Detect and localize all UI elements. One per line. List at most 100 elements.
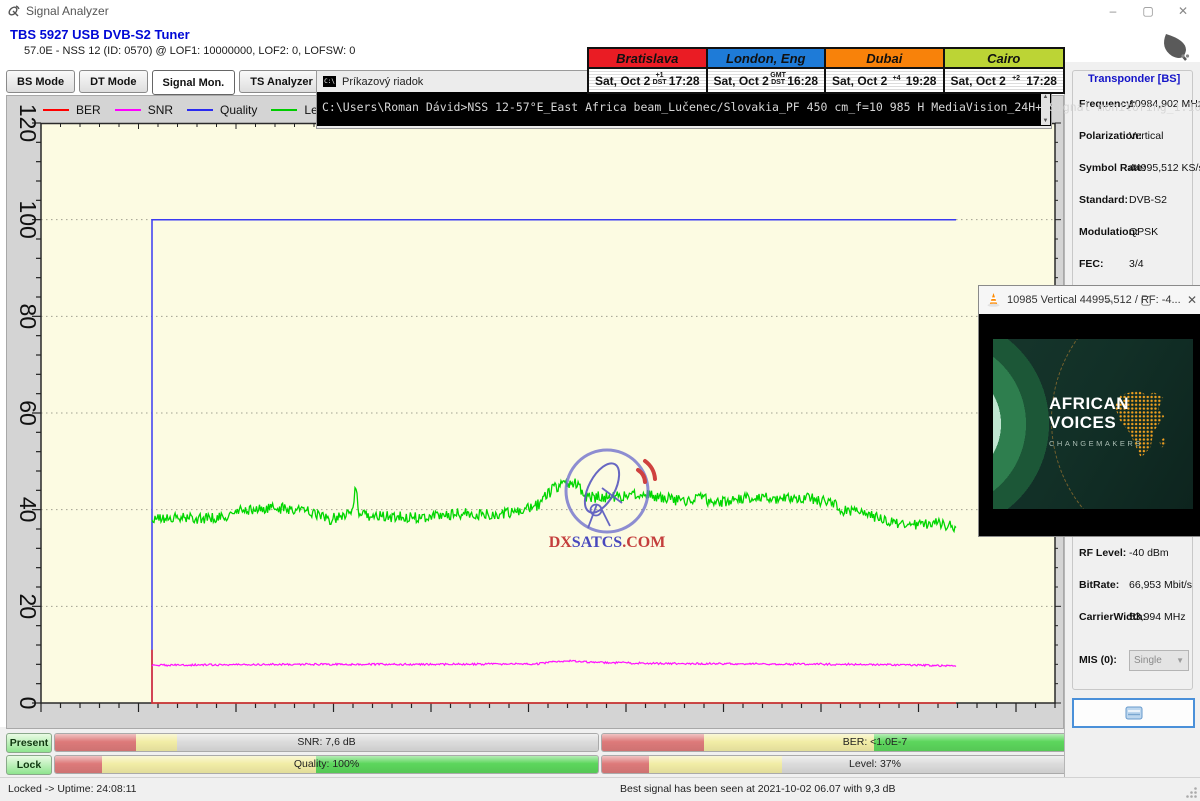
cmd-console[interactable]: C:\Users\Roman Dávid>NSS 12-57°E_East Af… bbox=[317, 92, 1051, 126]
tuning-info: 57.0E - NSS 12 (ID: 0570) @ LOF1: 100000… bbox=[24, 45, 355, 57]
minimize-button[interactable]: – bbox=[1096, 0, 1130, 22]
present-button[interactable]: Present bbox=[6, 733, 52, 753]
clock-datetime: Sat, Oct 2 GMTDST 16:28 bbox=[708, 69, 825, 92]
clock-datetime: Sat, Oct 2 +2 17:28 bbox=[945, 69, 1064, 92]
clock-city: Cairo bbox=[945, 49, 1064, 69]
progress-bar-quality: Quality: 100% bbox=[54, 755, 599, 774]
dxsatcs-watermark: DXSATCS.COM bbox=[548, 446, 666, 556]
legend-swatch bbox=[187, 109, 213, 111]
record-ts-icon bbox=[1125, 706, 1143, 720]
progress-bar-snr: SNR: 7,6 dB bbox=[54, 733, 599, 752]
transponder-group-title: Transponder [BS] bbox=[1085, 73, 1183, 85]
vlc-cone-icon bbox=[986, 292, 1001, 308]
clock-london-eng: London, Eng Sat, Oct 2 GMTDST 16:28 bbox=[708, 49, 827, 92]
legend-swatch bbox=[43, 109, 69, 111]
watermark-text: DXSATCS.COM bbox=[549, 534, 666, 551]
lock-button[interactable]: Lock bbox=[6, 755, 52, 775]
cmd-window-title: Príkazový riadok bbox=[342, 76, 423, 88]
field-label: Standard: bbox=[1079, 194, 1128, 206]
cmd-scrollbar[interactable]: ▲ ▼ bbox=[1041, 93, 1050, 125]
field-value: 53,994 MHz bbox=[1129, 611, 1186, 623]
overlay-line1: AFRICAN bbox=[1049, 394, 1143, 413]
field-value: DVB-S2 bbox=[1129, 194, 1167, 206]
field-value: Vertical bbox=[1129, 130, 1163, 142]
legend-item-quality: Quality bbox=[187, 103, 257, 117]
field-value: 44995,512 KS/s bbox=[1129, 162, 1200, 174]
legend-swatch bbox=[271, 109, 297, 111]
vlc-minimize-button[interactable]: – bbox=[1092, 286, 1126, 314]
mis-selected-value: Single bbox=[1134, 655, 1162, 666]
clock-cairo: Cairo Sat, Oct 2 +2 17:28 bbox=[945, 49, 1064, 92]
clock-datetime: Sat, Oct 2 +4 19:28 bbox=[826, 69, 943, 92]
close-button[interactable]: ✕ bbox=[1166, 0, 1200, 22]
world-clock-table: Bratislava Sat, Oct 2 +1DST 17:28 London… bbox=[587, 47, 1065, 94]
clock-timezone: GMTDST bbox=[770, 72, 786, 86]
window-titlebar: Signal Analyzer – ▢ ✕ bbox=[0, 0, 1200, 22]
series-snr bbox=[152, 660, 956, 666]
clock-time: 16:28 bbox=[787, 74, 818, 88]
overlay-line3: CHANGEMAKERS bbox=[1049, 434, 1143, 453]
bar-text: SNR: 7,6 dB bbox=[55, 734, 598, 751]
vlc-close-button[interactable]: ✕ bbox=[1175, 286, 1200, 314]
device-title: TBS 5927 USB DVB-S2 Tuner bbox=[10, 27, 190, 42]
svg-text:40: 40 bbox=[15, 497, 41, 523]
svg-text:20: 20 bbox=[15, 594, 41, 620]
svg-text:120: 120 bbox=[15, 104, 41, 142]
clock-dubai: Dubai Sat, Oct 2 +4 19:28 bbox=[826, 49, 945, 92]
bar-text: Quality: 100% bbox=[55, 756, 598, 773]
signal-chart: 020406080100120 bbox=[7, 123, 1059, 723]
field-value: 66,953 Mbit/s bbox=[1129, 579, 1192, 591]
chart-legend: BER SNR Quality Level bbox=[43, 101, 333, 119]
best-signal-status: Best signal has been seen at 2021-10-02 … bbox=[620, 783, 896, 795]
clock-time: 17:28 bbox=[1026, 74, 1057, 88]
legend-swatch bbox=[115, 109, 141, 111]
satellite-dish-icon bbox=[1156, 28, 1196, 66]
resize-grip[interactable] bbox=[1185, 786, 1198, 799]
program-title-overlay: AFRICAN VOICES CHANGEMAKERS bbox=[1049, 394, 1143, 453]
scroll-down-icon[interactable]: ▼ bbox=[1043, 117, 1049, 125]
vlc-maximize-button[interactable]: ▢ bbox=[1129, 286, 1163, 314]
field-label: BitRate: bbox=[1079, 579, 1119, 591]
record-ts-button[interactable] bbox=[1072, 698, 1195, 728]
scroll-up-icon[interactable]: ▲ bbox=[1043, 93, 1049, 101]
legend-item-ber: BER bbox=[43, 103, 101, 117]
clock-city: Bratislava bbox=[589, 49, 706, 69]
video-display[interactable]: AFRICAN VOICES CHANGEMAKERS bbox=[979, 314, 1200, 536]
clock-timezone: +1DST bbox=[653, 72, 667, 86]
clock-city: Dubai bbox=[826, 49, 943, 69]
legend-label: Quality bbox=[220, 103, 257, 117]
legend-label: SNR bbox=[148, 103, 173, 117]
chevron-down-icon: ▼ bbox=[1176, 656, 1184, 665]
legend-label: BER bbox=[76, 103, 101, 117]
app-icon bbox=[7, 4, 21, 18]
svg-text:80: 80 bbox=[15, 304, 41, 330]
clock-timezone: +2 bbox=[1012, 75, 1020, 82]
mode-button-dt-mode[interactable]: DT Mode bbox=[79, 70, 147, 93]
svg-text:60: 60 bbox=[15, 400, 41, 426]
clock-city: London, Eng bbox=[708, 49, 825, 69]
mis-select[interactable]: Single ▼ bbox=[1129, 650, 1189, 671]
overlay-line2: VOICES bbox=[1049, 413, 1143, 432]
field-label: MIS (0): bbox=[1079, 654, 1117, 666]
clock-date: Sat, Oct 2 bbox=[595, 74, 650, 88]
field-label: FEC: bbox=[1079, 258, 1104, 270]
clock-date: Sat, Oct 2 bbox=[951, 74, 1006, 88]
cmd-icon: C:\ bbox=[323, 76, 336, 87]
mode-button-bs-mode[interactable]: BS Mode bbox=[6, 70, 75, 93]
mode-button-signal-mon-[interactable]: Signal Mon. bbox=[152, 70, 236, 95]
clock-time: 17:28 bbox=[669, 74, 700, 88]
video-frame: AFRICAN VOICES CHANGEMAKERS bbox=[993, 339, 1193, 509]
series-ber bbox=[152, 650, 956, 703]
status-bars-area: PresentInput TSSNR: 7,6 dBBER: <1.0E-7Lo… bbox=[0, 727, 1200, 777]
vlc-titlebar[interactable]: 10985 Vertical 44995,512 / RF: -4... – ▢… bbox=[979, 286, 1200, 314]
lock-uptime-status: Locked -> Uptime: 24:08:11 bbox=[8, 783, 137, 795]
clock-date: Sat, Oct 2 bbox=[714, 74, 769, 88]
statusbar: Locked -> Uptime: 24:08:11 Best signal h… bbox=[0, 777, 1200, 801]
field-value: 3/4 bbox=[1129, 258, 1144, 270]
mode-button-row: BS ModeDT ModeSignal Mon.TS Analyzer (OK… bbox=[6, 70, 351, 94]
clock-time: 19:28 bbox=[906, 74, 937, 88]
legend-item-snr: SNR bbox=[115, 103, 173, 117]
maximize-button[interactable]: ▢ bbox=[1131, 0, 1165, 22]
field-value: QPSK bbox=[1129, 226, 1158, 238]
cmd-prompt-line: C:\Users\Roman Dávid>NSS 12-57°E_East Af… bbox=[322, 100, 1200, 114]
